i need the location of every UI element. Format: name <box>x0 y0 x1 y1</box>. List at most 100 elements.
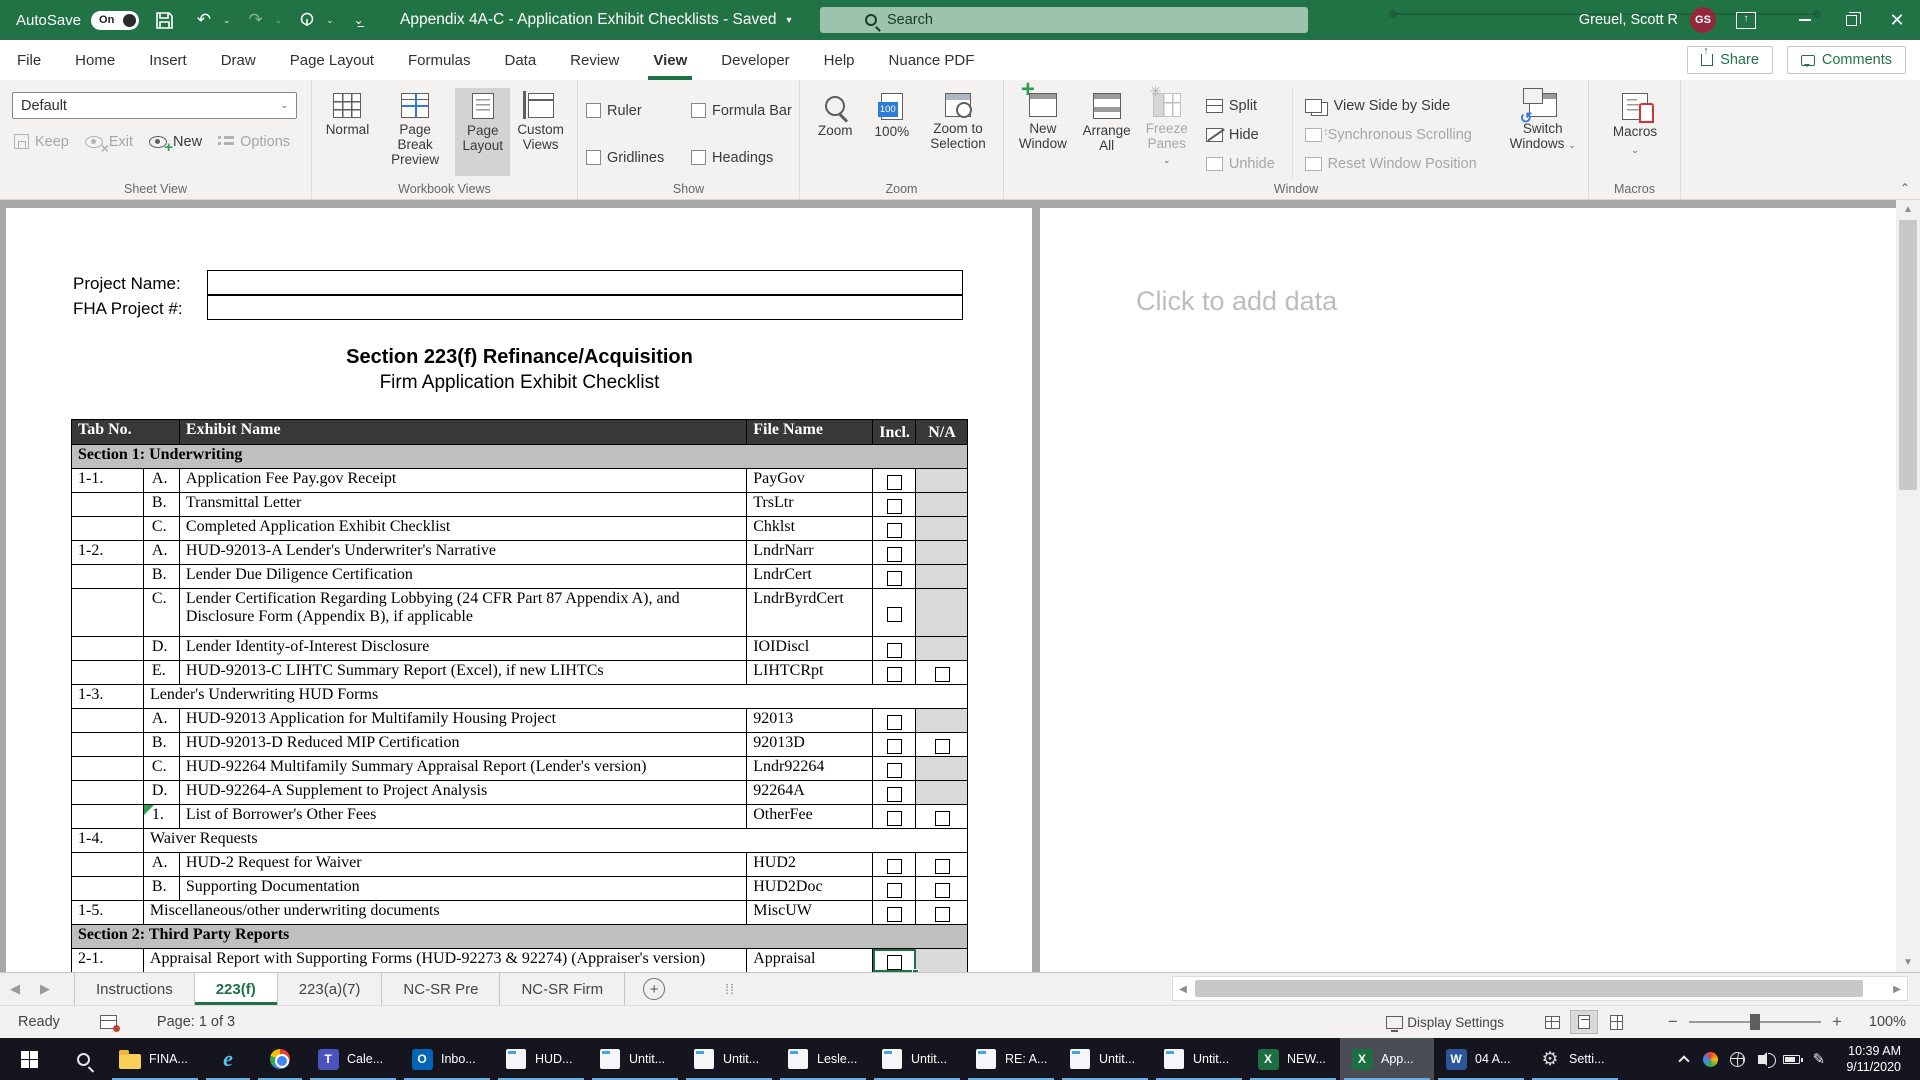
table-row[interactable]: 1-3.Lender's Underwriting HUD Forms <box>72 685 967 709</box>
sheet-tab-instructions[interactable]: Instructions <box>74 973 195 1005</box>
page-break-preview-button[interactable]: Page Break Preview <box>377 88 453 176</box>
zoom-out-button[interactable]: − <box>1666 1012 1680 1032</box>
page-layout-view-button[interactable]: Page Layout <box>455 88 510 176</box>
new-window-button[interactable]: New Window <box>1012 88 1074 176</box>
checkbox[interactable] <box>887 787 902 802</box>
scroll-right-icon[interactable]: ▶ <box>1887 977 1907 1001</box>
new-sheet-button[interactable]: + <box>643 978 665 1000</box>
taskbar-app-excel-app[interactable]: XApp... <box>1340 1038 1434 1080</box>
table-row[interactable]: E.HUD-92013-C LIHTC Summary Report (Exce… <box>72 661 967 685</box>
table-row[interactable]: 1-2.A.HUD-92013-A Lender's Underwriter's… <box>72 541 967 565</box>
section-row[interactable]: Section 2: Third Party Reports <box>72 925 967 949</box>
ribbon-tab-help[interactable]: Help <box>807 40 872 80</box>
macro-record-icon[interactable] <box>100 1015 117 1029</box>
zoom-100-button[interactable]: 100 100% <box>867 88 918 176</box>
touch-mode-icon[interactable] <box>292 6 322 34</box>
headings-checkbox[interactable]: Headings <box>691 145 801 170</box>
sheet-tab-nc-sr-firm[interactable]: NC-SR Firm <box>500 973 625 1005</box>
pen-icon[interactable]: ✎ <box>1805 1038 1832 1080</box>
search-box[interactable]: Search <box>820 7 1308 33</box>
fha-project-field[interactable] <box>207 295 963 320</box>
save-icon[interactable] <box>149 6 179 34</box>
hide-button[interactable]: Hide <box>1206 122 1284 147</box>
table-row[interactable]: B.Lender Due Diligence CertificationLndr… <box>72 565 967 589</box>
restore-button[interactable] <box>1828 0 1874 40</box>
table-row[interactable]: B.Supporting DocumentationHUD2Doc <box>72 877 967 901</box>
taskbar-app-doc-untit[interactable]: Untit... <box>1058 1038 1152 1080</box>
table-row[interactable]: A.HUD-2 Request for WaiverHUD2 <box>72 853 967 877</box>
checkbox[interactable] <box>887 883 902 898</box>
battery-icon[interactable] <box>1778 1038 1805 1080</box>
taskbar-app-teams-cale[interactable]: TCale... <box>306 1038 400 1080</box>
zoom-to-selection-button[interactable]: Zoom to Selection <box>921 88 995 176</box>
checkbox[interactable] <box>935 811 950 826</box>
scroll-down-icon[interactable]: ▼ <box>1896 953 1920 972</box>
ribbon-tab-file[interactable]: File <box>0 40 58 80</box>
network-icon[interactable] <box>1724 1038 1751 1080</box>
checkbox[interactable] <box>935 859 950 874</box>
switch-windows-button[interactable]: Switch Windows ⌄ <box>1505 88 1580 176</box>
vertical-scrollbar-thumb[interactable] <box>1899 220 1917 490</box>
taskbar-app-chrome[interactable] <box>254 1038 306 1080</box>
autosave-toggle[interactable]: On <box>91 11 139 30</box>
table-row[interactable]: 1-4.Waiver Requests <box>72 829 967 853</box>
sheet-tab-223-f-[interactable]: 223(f) <box>195 973 278 1005</box>
taskbar-app-ie[interactable]: e <box>202 1038 254 1080</box>
project-name-field[interactable] <box>207 270 963 295</box>
share-button[interactable]: Share <box>1687 46 1773 74</box>
table-row[interactable]: B.Transmittal LetterTrsLtr <box>72 493 967 517</box>
checkbox[interactable] <box>887 859 902 874</box>
ribbon-tab-review[interactable]: Review <box>553 40 636 80</box>
taskbar-app-outlook-inbo[interactable]: OInbo... <box>400 1038 494 1080</box>
ribbon-tab-formulas[interactable]: Formulas <box>391 40 488 80</box>
taskbar-app-excel-new[interactable]: XNEW... <box>1246 1038 1340 1080</box>
ribbon-tab-draw[interactable]: Draw <box>204 40 273 80</box>
section-row[interactable]: Section 1: Underwriting <box>72 445 967 469</box>
checkbox[interactable] <box>887 475 902 490</box>
ribbon-tab-nuance-pdf[interactable]: Nuance PDF <box>872 40 992 80</box>
checkbox[interactable] <box>887 571 902 586</box>
table-row[interactable]: B.HUD-92013-D Reduced MIP Certification9… <box>72 733 967 757</box>
checkbox[interactable] <box>887 523 902 538</box>
click-to-add-placeholder[interactable]: Click to add data <box>1136 286 1337 317</box>
new-sheet-view-button[interactable]: New <box>149 129 202 154</box>
page-1[interactable]: Project Name: FHA Project #: Section 223… <box>6 208 1032 972</box>
view-normal-button[interactable] <box>1538 1010 1566 1034</box>
close-button[interactable]: ✕ <box>1874 0 1920 40</box>
ribbon-tab-insert[interactable]: Insert <box>132 40 204 80</box>
taskbar-app-doc-untit[interactable]: Untit... <box>588 1038 682 1080</box>
horizontal-scrollbar-thumb[interactable] <box>1195 980 1863 997</box>
undo-icon[interactable]: ↶ <box>189 6 219 34</box>
minimize-button[interactable] <box>1782 0 1828 40</box>
checkbox[interactable] <box>887 811 902 826</box>
ribbon-display-options-icon[interactable]: ↑ <box>1736 12 1756 29</box>
ribbon-tab-home[interactable]: Home <box>58 40 132 80</box>
table-row[interactable]: 2-1.Appraisal Report with Supporting For… <box>72 949 967 972</box>
customize-qat-icon[interactable]: ⌄̲ <box>344 6 374 34</box>
user-name[interactable]: Greuel, Scott R <box>1579 12 1678 28</box>
zoom-level[interactable]: 100% <box>1854 1014 1906 1030</box>
tray-app-icon[interactable] <box>1697 1038 1724 1080</box>
scroll-up-icon[interactable]: ▲ <box>1896 200 1920 219</box>
zoom-in-button[interactable]: + <box>1830 1012 1844 1032</box>
table-row[interactable]: 1-1.A.Application Fee Pay.gov ReceiptPay… <box>72 469 967 493</box>
taskbar-app-doc-untit[interactable]: Untit... <box>870 1038 964 1080</box>
vertical-scrollbar[interactable]: ▲ ▼ <box>1896 200 1920 972</box>
formula-bar-checkbox[interactable]: Formula Bar <box>691 98 801 123</box>
sheet-view-dropdown[interactable]: Default ⌄ <box>12 92 297 119</box>
undo-caret-icon[interactable]: ⌄ <box>223 15 231 26</box>
start-button[interactable] <box>0 1038 58 1080</box>
zoom-slider-thumb[interactable] <box>1750 1014 1760 1030</box>
sheet-tab-nc-sr-pre[interactable]: NC-SR Pre <box>382 973 500 1005</box>
table-row[interactable]: A.HUD-92013 Application for Multifamily … <box>72 709 967 733</box>
view-side-by-side-button[interactable]: View Side by Side <box>1305 93 1492 118</box>
taskbar-app-doc-rea[interactable]: RE: A... <box>964 1038 1058 1080</box>
checkbox[interactable] <box>887 715 902 730</box>
tab-scrollbar-splitter[interactable]: ⁞⁞ <box>725 973 735 1005</box>
table-row[interactable]: D.Lender Identity-of-Interest Disclosure… <box>72 637 967 661</box>
sheet-tab-223-a-7-[interactable]: 223(a)(7) <box>278 973 383 1005</box>
scroll-left-icon[interactable]: ◀ <box>1173 977 1193 1001</box>
taskbar-clock[interactable]: 10:39 AM 9/11/2020 <box>1832 1043 1913 1075</box>
checkbox[interactable] <box>887 763 902 778</box>
checkbox[interactable] <box>887 907 902 922</box>
